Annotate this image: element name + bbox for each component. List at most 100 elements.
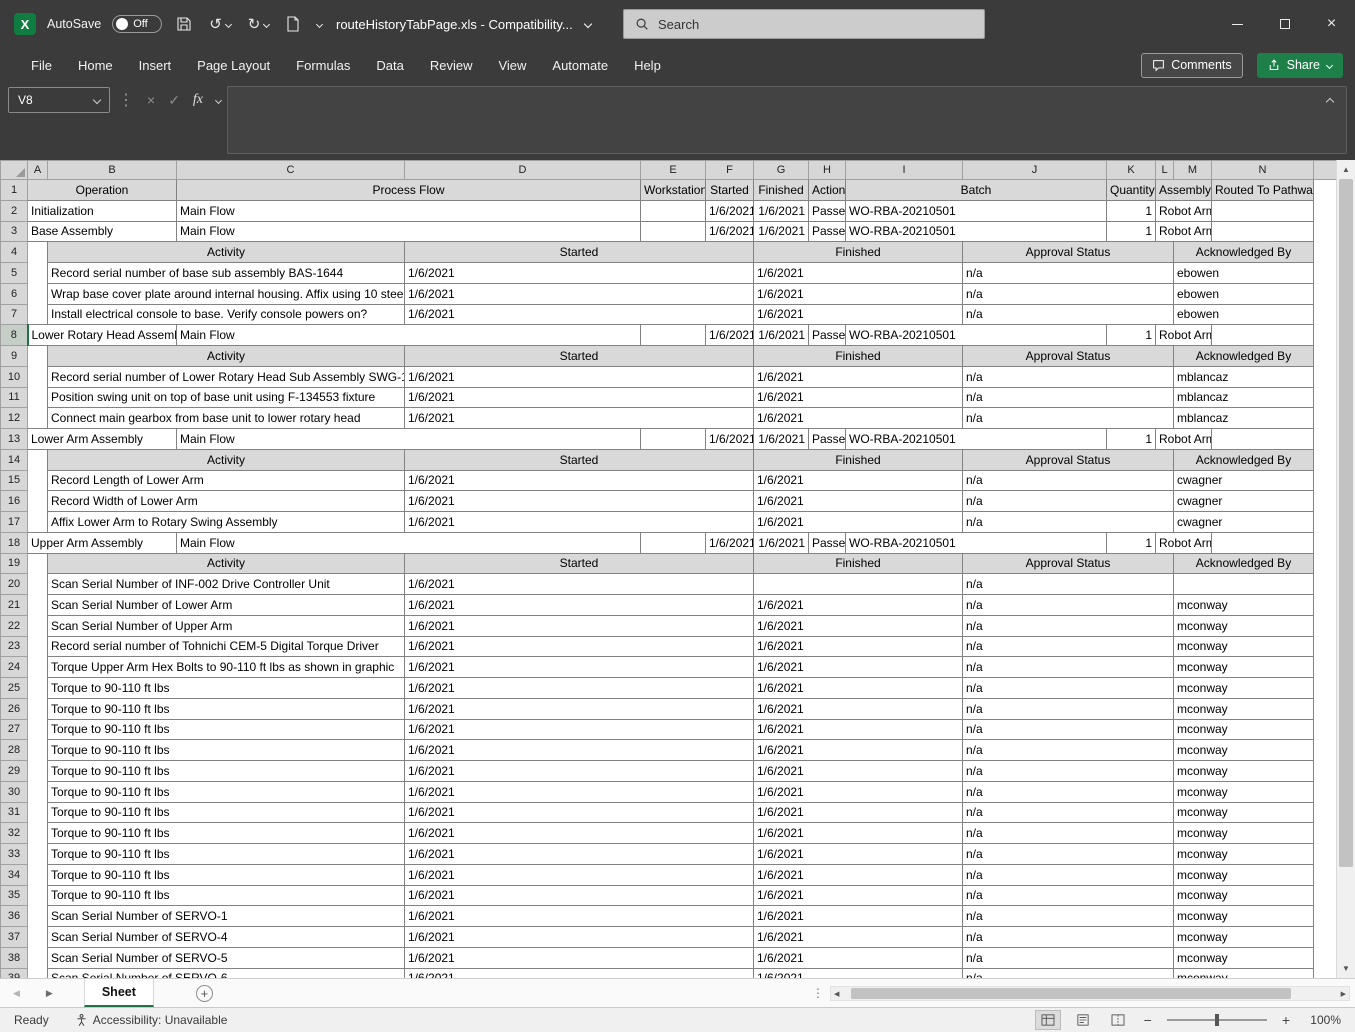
cell-finished[interactable]: 1/6/2021 [754, 864, 963, 885]
cell-process-flow[interactable]: Main Flow [177, 325, 641, 346]
cell-approval-status[interactable]: n/a [963, 283, 1174, 304]
ribbon-tab-data[interactable]: Data [363, 48, 416, 82]
close-button[interactable]: × [1308, 0, 1355, 48]
cell-empty[interactable] [28, 678, 48, 699]
cell-operation[interactable]: Lower Arm Assembly [28, 429, 177, 450]
maximize-button[interactable] [1261, 0, 1308, 48]
ribbon-tab-insert[interactable]: Insert [126, 48, 185, 82]
cell-started[interactable]: 1/6/2021 [405, 698, 754, 719]
subheader-cell[interactable]: Acknowledged By [1174, 449, 1314, 470]
column-header-A[interactable]: A [28, 161, 48, 180]
cell-empty[interactable] [28, 387, 48, 408]
subheader-cell[interactable]: Finished [754, 449, 963, 470]
row-header-12[interactable]: 12 [1, 408, 28, 429]
cell-approval-status[interactable]: n/a [963, 678, 1174, 699]
cell-approval-status[interactable]: n/a [963, 615, 1174, 636]
cell-acknowledged-by[interactable]: mconway [1174, 864, 1314, 885]
header-cell[interactable]: Finished [754, 180, 809, 201]
row-header-15[interactable]: 15 [1, 470, 28, 491]
cell-acknowledged-by[interactable]: mblancaz [1174, 408, 1314, 429]
cell-routed-to-pathway[interactable] [1212, 532, 1314, 553]
row-header-10[interactable]: 10 [1, 366, 28, 387]
cell-started[interactable]: 1/6/2021 [706, 200, 754, 221]
row-header-21[interactable]: 21 [1, 595, 28, 616]
cell-approval-status[interactable]: n/a [963, 491, 1174, 512]
cell-acknowledged-by[interactable]: mconway [1174, 740, 1314, 761]
zoom-out-button[interactable]: − [1140, 1012, 1156, 1028]
cell-process-flow[interactable]: Main Flow [177, 429, 641, 450]
horizontal-scrollbar-thumb[interactable] [851, 988, 1291, 999]
cell-acknowledged-by[interactable]: mconway [1174, 947, 1314, 968]
subheader-cell[interactable]: Activity [48, 553, 405, 574]
ribbon-tab-page-layout[interactable]: Page Layout [184, 48, 283, 82]
cell-operation[interactable]: Initialization [28, 200, 177, 221]
cell-empty[interactable] [28, 927, 48, 948]
share-button[interactable]: Share [1257, 53, 1343, 78]
cell-activity[interactable]: Position swing unit on top of base unit … [48, 387, 405, 408]
cell-empty[interactable] [28, 740, 48, 761]
cell-batch[interactable]: WO-RBA-20210501 [846, 429, 1107, 450]
cell-finished[interactable]: 1/6/2021 [754, 698, 963, 719]
cell-activity[interactable]: Record Width of Lower Arm [48, 491, 405, 512]
cell-started[interactable]: 1/6/2021 [405, 719, 754, 740]
cell-routed-to-pathway[interactable] [1212, 429, 1314, 450]
cell-acknowledged-by[interactable]: mconway [1174, 719, 1314, 740]
cell-activity[interactable]: Scan Serial Number of SERVO-4 [48, 927, 405, 948]
cell-assembly[interactable]: Robot Arm [1156, 221, 1212, 242]
cell-routed-to-pathway[interactable] [1212, 200, 1314, 221]
row-header-36[interactable]: 36 [1, 906, 28, 927]
scroll-up-icon[interactable]: ▲ [1337, 161, 1355, 178]
cell-empty[interactable] [28, 449, 48, 470]
cell-activity[interactable]: Torque to 90-110 ft lbs [48, 781, 405, 802]
cell-approval-status[interactable]: n/a [963, 512, 1174, 533]
subheader-cell[interactable]: Acknowledged By [1174, 242, 1314, 263]
row-header-35[interactable]: 35 [1, 885, 28, 906]
cell-empty[interactable] [28, 947, 48, 968]
cell-approval-status[interactable]: n/a [963, 304, 1174, 325]
cell-acknowledged-by[interactable]: mconway [1174, 636, 1314, 657]
redo-button[interactable]: ↻ [245, 12, 273, 36]
header-cell[interactable]: Routed To Pathway [1212, 180, 1314, 201]
cell-activity[interactable]: Connect main gearbox from base unit to l… [48, 408, 405, 429]
row-header-17[interactable]: 17 [1, 512, 28, 533]
cell-started[interactable]: 1/6/2021 [405, 595, 754, 616]
row-header-8[interactable]: 8 [1, 325, 28, 346]
cell-empty[interactable] [28, 491, 48, 512]
row-header-34[interactable]: 34 [1, 864, 28, 885]
cell-acknowledged-by[interactable]: cwagner [1174, 512, 1314, 533]
cell-quantity[interactable]: 1 [1107, 200, 1156, 221]
column-header-C[interactable]: C [177, 161, 405, 180]
subheader-cell[interactable]: Acknowledged By [1174, 553, 1314, 574]
column-header-E[interactable]: E [641, 161, 706, 180]
insert-function-button[interactable]: fx [193, 92, 203, 108]
cell-finished[interactable]: 1/6/2021 [754, 429, 809, 450]
cell-finished[interactable]: 1/6/2021 [754, 387, 963, 408]
subheader-cell[interactable]: Finished [754, 553, 963, 574]
cell-approval-status[interactable]: n/a [963, 740, 1174, 761]
cell-finished[interactable]: 1/6/2021 [754, 325, 809, 346]
cell-process-flow[interactable]: Main Flow [177, 200, 641, 221]
row-header-23[interactable]: 23 [1, 636, 28, 657]
subheader-cell[interactable]: Activity [48, 346, 405, 367]
cell-started[interactable]: 1/6/2021 [405, 408, 754, 429]
cell-empty[interactable] [28, 802, 48, 823]
row-header-7[interactable]: 7 [1, 304, 28, 325]
column-header-G[interactable]: G [754, 161, 809, 180]
header-cell[interactable]: Started [706, 180, 754, 201]
cancel-icon[interactable]: × [147, 92, 155, 108]
cell-activity[interactable]: Torque to 90-110 ft lbs [48, 885, 405, 906]
cell-empty[interactable] [28, 470, 48, 491]
row-header-30[interactable]: 30 [1, 781, 28, 802]
cell-started[interactable]: 1/6/2021 [405, 366, 754, 387]
cell-activity[interactable]: Wrap base cover plate around internal ho… [48, 283, 405, 304]
cell-batch[interactable]: WO-RBA-20210501 [846, 221, 1107, 242]
row-header-2[interactable]: 2 [1, 200, 28, 221]
cell-approval-status[interactable]: n/a [963, 263, 1174, 284]
ribbon-tab-home[interactable]: Home [65, 48, 126, 82]
cell-started[interactable]: 1/6/2021 [405, 263, 754, 284]
row-header-29[interactable]: 29 [1, 761, 28, 782]
cell-started[interactable]: 1/6/2021 [405, 761, 754, 782]
cell-acknowledged-by[interactable]: mconway [1174, 657, 1314, 678]
next-sheet-button[interactable]: ▶ [33, 988, 66, 999]
cell-started[interactable]: 1/6/2021 [405, 657, 754, 678]
